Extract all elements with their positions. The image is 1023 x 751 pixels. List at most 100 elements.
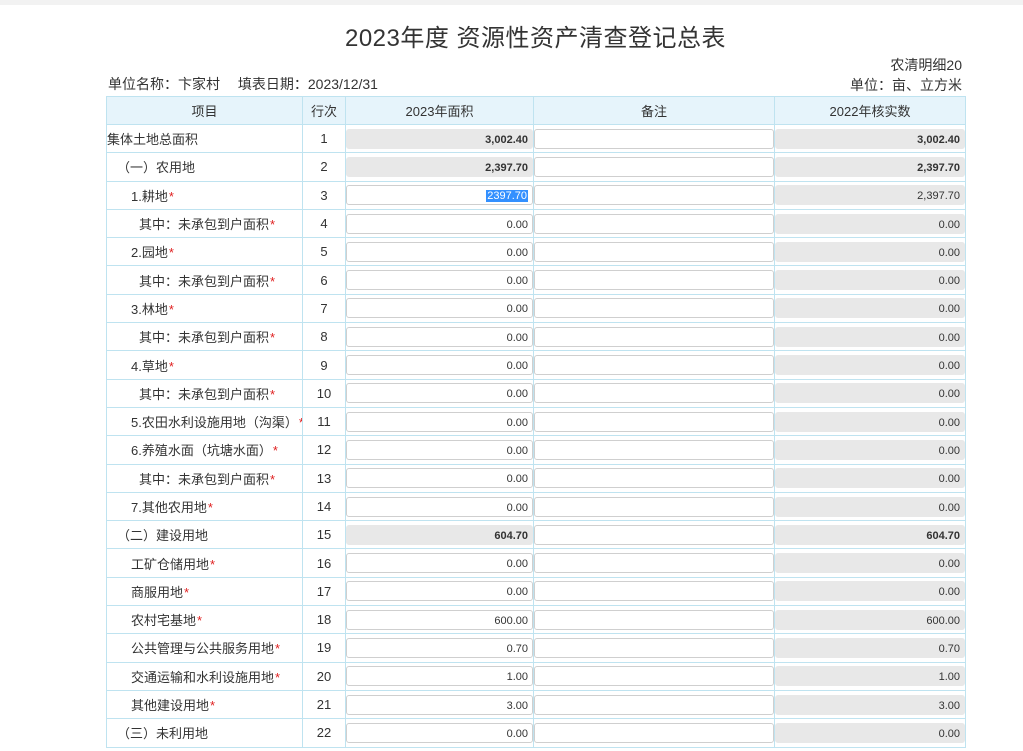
note-input[interactable] xyxy=(534,270,774,291)
note-input[interactable] xyxy=(534,128,774,149)
row-line-number: 2 xyxy=(302,152,346,182)
area-2023-input[interactable]: 0.00 xyxy=(346,439,533,460)
row-item-cell: 其中：未承包到户面积* xyxy=(106,208,303,239)
row-line-number: 15 xyxy=(302,520,346,550)
asset-table: 项目 行次 2023年面积 备注 2022年核实数 集体土地总面积 1 3,002.… xyxy=(106,96,966,748)
note-cell xyxy=(533,605,775,635)
table-row: （三）未利用地 22 0.00 0.00 xyxy=(106,718,966,748)
required-star: * xyxy=(210,698,216,714)
area-2023-value: 604.70 xyxy=(494,529,528,542)
note-input[interactable] xyxy=(534,213,774,234)
note-input[interactable] xyxy=(534,524,774,545)
row-line-number: 8 xyxy=(302,322,346,352)
verified-2022-value: 0.00 xyxy=(775,439,965,460)
area-cell: 0.00 xyxy=(345,435,534,465)
area-cell: 0.00 xyxy=(345,265,534,295)
row-label: 3.林地 xyxy=(131,301,168,317)
row-line-number: 4 xyxy=(302,208,346,239)
row-label: （二）建设用地 xyxy=(117,528,209,544)
area-2023-value: 0.00 xyxy=(506,473,528,486)
table-row: 其他建设用地* 21 3.00 3.00 xyxy=(106,689,966,720)
prev-cell: 3,002.40 xyxy=(774,123,966,154)
verified-2022-value: 0.00 xyxy=(775,468,965,489)
table-row: 3.林地* 7 0.00 0.00 xyxy=(106,293,966,324)
area-2023-value: 1.00 xyxy=(506,671,528,684)
row-line-number: 5 xyxy=(302,237,346,267)
area-cell: 0.00 xyxy=(345,406,534,437)
area-2023-input[interactable]: 0.00 xyxy=(346,241,533,262)
table-row: 其中：未承包到户面积* 10 0.00 0.00 xyxy=(106,378,966,408)
prev-cell: 604.70 xyxy=(774,520,966,550)
area-2023-input[interactable]: 0.00 xyxy=(346,213,533,234)
row-label: 2.园地 xyxy=(131,245,168,261)
area-2023-value: 0.00 xyxy=(506,501,528,514)
area-cell: 0.00 xyxy=(345,322,534,352)
required-star: * xyxy=(275,669,281,685)
note-input[interactable] xyxy=(534,326,774,347)
area-2023-value: 3,002.40 xyxy=(485,133,528,146)
area-cell: 600.00 xyxy=(345,605,534,635)
area-2023-input[interactable]: 0.00 xyxy=(346,411,533,432)
area-cell: 0.00 xyxy=(345,378,534,408)
note-input[interactable] xyxy=(534,383,774,404)
row-line-number: 18 xyxy=(302,605,346,635)
note-cell xyxy=(533,548,775,578)
row-item-cell: 公共管理与公共服务用地* xyxy=(106,633,303,663)
form-code: 农清明细20 xyxy=(890,57,962,73)
top-border xyxy=(0,0,1023,5)
area-2023-input[interactable]: 2397.70 xyxy=(346,185,533,206)
required-star: * xyxy=(272,443,278,459)
col-header-area-2023: 2023年面积 xyxy=(345,96,534,125)
note-input[interactable] xyxy=(534,355,774,376)
note-input[interactable] xyxy=(534,156,774,177)
area-cell: 3.00 xyxy=(345,689,534,720)
area-2023-value: 0.00 xyxy=(506,275,528,288)
area-2023-input[interactable]: 0.00 xyxy=(346,383,533,404)
note-input[interactable] xyxy=(534,241,774,262)
note-input[interactable] xyxy=(534,185,774,206)
area-2023-input[interactable]: 3.00 xyxy=(346,694,533,715)
area-2023-value: 0.00 xyxy=(506,558,528,571)
prev-cell: 0.00 xyxy=(774,406,966,437)
note-cell xyxy=(533,322,775,352)
area-2023-input[interactable]: 0.00 xyxy=(346,581,533,602)
required-star: * xyxy=(168,245,174,261)
note-input[interactable] xyxy=(534,553,774,574)
area-2023-input[interactable]: 0.00 xyxy=(346,270,533,291)
note-input[interactable] xyxy=(534,468,774,489)
row-item-cell: 2.园地* xyxy=(106,237,303,267)
area-2023-input[interactable]: 600.00 xyxy=(346,609,533,630)
verified-2022-value: 2,397.70 xyxy=(775,156,965,177)
area-2023-input[interactable]: 0.00 xyxy=(346,553,533,574)
area-cell: 0.70 xyxy=(345,633,534,663)
row-line-number: 16 xyxy=(302,548,346,578)
area-2023-input[interactable]: 0.00 xyxy=(346,355,533,376)
row-label: 6.养殖水面（坑塘水面） xyxy=(131,443,272,459)
area-2023-input[interactable]: 0.00 xyxy=(346,468,533,489)
note-input[interactable] xyxy=(534,666,774,687)
verified-2022-value: 1.00 xyxy=(775,666,965,687)
area-2023-input[interactable]: 1.00 xyxy=(346,666,533,687)
note-input[interactable] xyxy=(534,722,774,743)
note-input[interactable] xyxy=(534,609,774,630)
area-2023-value: 0.00 xyxy=(506,331,528,344)
note-input[interactable] xyxy=(534,581,774,602)
row-line-number: 22 xyxy=(302,718,346,748)
note-input[interactable] xyxy=(534,298,774,319)
row-item-cell: 其中：未承包到户面积* xyxy=(106,265,303,295)
prev-cell: 2,397.70 xyxy=(774,152,966,182)
prev-cell: 0.00 xyxy=(774,718,966,748)
area-2023-input[interactable]: 0.00 xyxy=(346,298,533,319)
unit-name: 单位名称：卞家村 xyxy=(108,76,220,92)
area-2023-input[interactable]: 0.70 xyxy=(346,637,533,658)
note-input[interactable] xyxy=(534,694,774,715)
note-input[interactable] xyxy=(534,637,774,658)
area-2023-input[interactable]: 0.00 xyxy=(346,326,533,347)
area-2023-input[interactable]: 0.00 xyxy=(346,722,533,743)
row-label: 其他建设用地 xyxy=(131,698,210,714)
note-input[interactable] xyxy=(534,439,774,460)
note-input[interactable] xyxy=(534,411,774,432)
area-2023-input[interactable]: 0.00 xyxy=(346,496,533,517)
row-line-number: 20 xyxy=(302,661,346,691)
note-input[interactable] xyxy=(534,496,774,517)
